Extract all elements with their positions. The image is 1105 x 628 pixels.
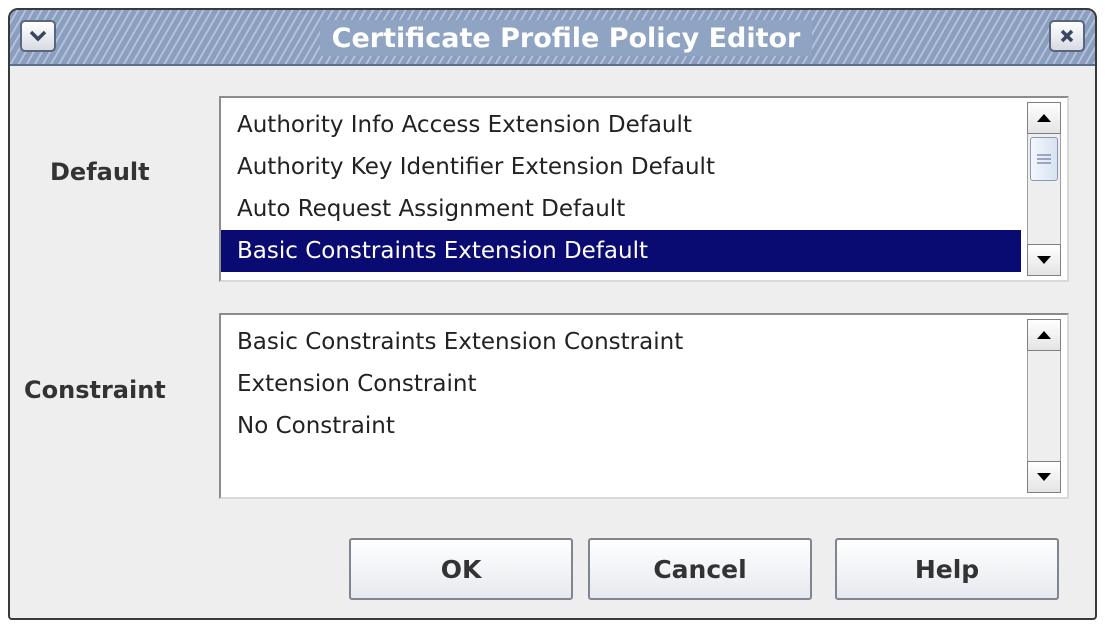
ok-button[interactable]: OK bbox=[349, 538, 573, 600]
default-scroll-thumb[interactable] bbox=[1030, 137, 1058, 181]
constraint-list-item-extension[interactable]: Extension Constraint bbox=[221, 363, 1021, 405]
default-list-item-basic-constraints[interactable]: Basic Constraints Extension Default bbox=[221, 230, 1021, 272]
grip-lines-icon bbox=[1037, 154, 1051, 164]
policy-editor-dialog: Certificate Profile Policy Editor Defaul… bbox=[8, 8, 1097, 620]
help-button[interactable]: Help bbox=[835, 538, 1059, 600]
constraint-list-items: Basic Constraints Extension Constraint E… bbox=[221, 321, 1021, 497]
default-scroll-up-button[interactable] bbox=[1027, 102, 1061, 134]
title-bar[interactable]: Certificate Profile Policy Editor bbox=[10, 10, 1095, 66]
default-list[interactable]: Authority Info Access Extension Default … bbox=[219, 96, 1069, 282]
default-label: Default bbox=[50, 158, 150, 186]
triangle-up-icon bbox=[1037, 331, 1051, 339]
triangle-up-icon bbox=[1037, 114, 1051, 122]
default-list-scrollbar[interactable] bbox=[1027, 102, 1061, 276]
constraint-list-item-no-constraint[interactable]: No Constraint bbox=[221, 405, 1021, 447]
window-title: Certificate Profile Policy Editor bbox=[320, 20, 812, 56]
constraint-list-item-basic-constraints[interactable]: Basic Constraints Extension Constraint bbox=[221, 321, 1021, 363]
close-icon bbox=[1060, 29, 1074, 43]
chevron-down-icon bbox=[29, 30, 47, 42]
triangle-down-icon bbox=[1037, 473, 1051, 481]
default-list-item-authority-key-identifier[interactable]: Authority Key Identifier Extension Defau… bbox=[221, 146, 1021, 188]
constraint-list[interactable]: Basic Constraints Extension Constraint E… bbox=[219, 313, 1069, 499]
constraint-scroll-down-button[interactable] bbox=[1027, 461, 1061, 493]
default-list-items: Authority Info Access Extension Default … bbox=[221, 104, 1021, 280]
constraint-list-scrollbar[interactable] bbox=[1027, 319, 1061, 493]
default-list-item-authority-info-access[interactable]: Authority Info Access Extension Default bbox=[221, 104, 1021, 146]
constraint-label: Constraint bbox=[24, 376, 166, 404]
close-button[interactable] bbox=[1049, 20, 1085, 52]
window-menu-button[interactable] bbox=[20, 20, 56, 52]
constraint-scroll-up-button[interactable] bbox=[1027, 319, 1061, 351]
default-scroll-down-button[interactable] bbox=[1027, 244, 1061, 276]
cancel-button[interactable]: Cancel bbox=[588, 538, 812, 600]
triangle-down-icon bbox=[1037, 256, 1051, 264]
default-list-item-auto-request-assignment[interactable]: Auto Request Assignment Default bbox=[221, 188, 1021, 230]
